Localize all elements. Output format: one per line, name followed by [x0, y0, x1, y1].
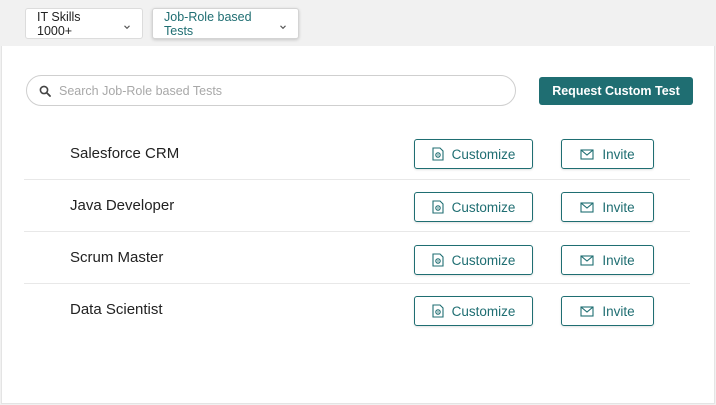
chevron-down-icon [279, 20, 287, 29]
test-row: Java Developer Customize Invite [24, 180, 690, 232]
job-role-tests-dropdown[interactable]: Job-Role based Tests [152, 8, 299, 39]
test-name: Scrum Master [70, 249, 164, 266]
gear-document-icon [432, 200, 444, 214]
invite-button-label: Invite [602, 252, 635, 268]
filter-bar: IT Skills 1000+ Job-Role based Tests [0, 0, 716, 46]
invite-button[interactable]: Invite [561, 139, 654, 169]
test-row: Salesforce CRM Customize Invite [24, 128, 690, 180]
test-name: Salesforce CRM [70, 145, 180, 162]
customize-button-label: Customize [451, 146, 516, 162]
search-icon [39, 85, 51, 97]
envelope-icon [580, 148, 594, 160]
search-input[interactable] [59, 83, 489, 98]
invite-button-label: Invite [602, 199, 635, 215]
job-role-tests-dropdown-label: Job-Role based Tests [164, 9, 252, 38]
request-custom-test-button[interactable]: Request Custom Test [539, 77, 693, 105]
invite-button[interactable]: Invite [561, 192, 654, 222]
customize-button-label: Customize [451, 199, 516, 215]
gear-document-icon [432, 147, 444, 161]
it-skills-dropdown-label: IT Skills 1000+ [37, 9, 81, 38]
invite-button-label: Invite [602, 146, 635, 162]
invite-button-label: Invite [602, 303, 635, 319]
envelope-icon [580, 201, 594, 213]
tests-panel: Request Custom Test Salesforce CRM Custo… [1, 46, 715, 404]
search-box [26, 75, 516, 106]
chevron-down-icon [123, 20, 131, 29]
test-row: Data Scientist Customize Invite [24, 284, 690, 336]
envelope-icon [580, 254, 594, 266]
gear-document-icon [432, 253, 444, 267]
customize-button[interactable]: Customize [414, 245, 533, 275]
customize-button-label: Customize [451, 303, 516, 319]
customize-button[interactable]: Customize [414, 296, 533, 326]
invite-button[interactable]: Invite [561, 245, 654, 275]
invite-button[interactable]: Invite [561, 296, 654, 326]
customize-button[interactable]: Customize [414, 192, 533, 222]
test-name: Java Developer [70, 197, 175, 214]
gear-document-icon [432, 304, 444, 318]
test-row: Scrum Master Customize Invite [24, 232, 690, 284]
test-name: Data Scientist [70, 301, 163, 318]
it-skills-dropdown[interactable]: IT Skills 1000+ [25, 8, 143, 39]
customize-button-label: Customize [451, 252, 516, 268]
envelope-icon [580, 305, 594, 317]
customize-button[interactable]: Customize [414, 139, 533, 169]
